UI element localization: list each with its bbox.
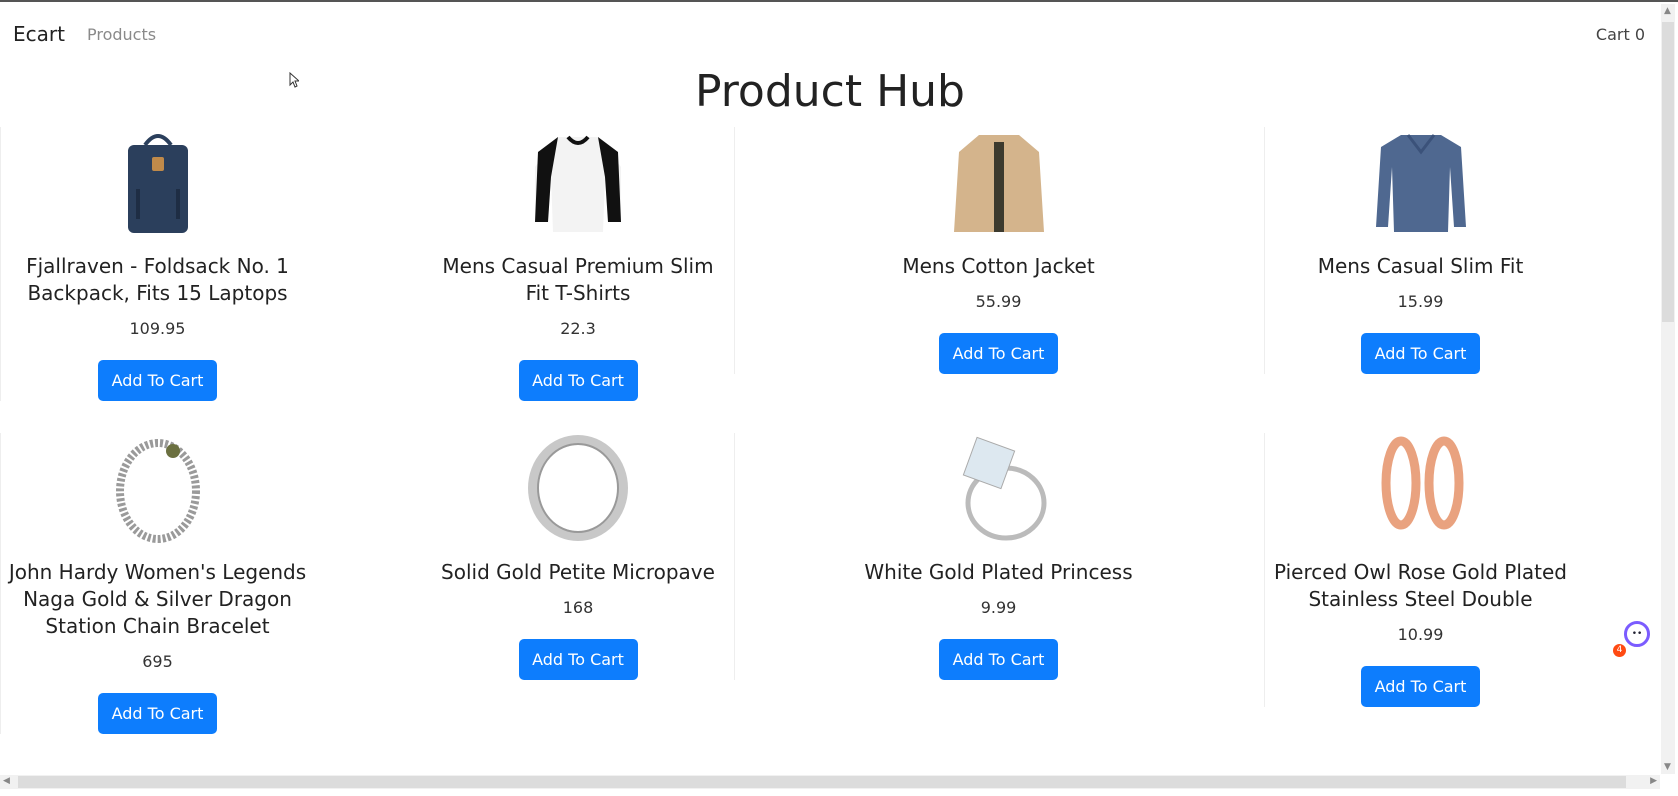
product-name: Fjallraven - Foldsack No. 1 Backpack, Fi… (26, 254, 289, 305)
vertical-scroll-thumb[interactable] (1662, 22, 1674, 322)
scroll-down-icon[interactable]: ▼ (1664, 762, 1671, 772)
product-card: White Gold Plated Princess 9.99 Add To C… (734, 433, 1262, 680)
bracelet-icon (115, 439, 200, 543)
page-title: Product Hub (695, 66, 965, 117)
navbar: Ecart Products Cart 0 (0, 2, 1661, 68)
add-to-cart-button[interactable]: Add To Cart (1361, 333, 1480, 374)
add-to-cart-button[interactable]: Add To Cart (1361, 666, 1480, 707)
product-card: Fjallraven - Foldsack No. 1 Backpack, Fi… (0, 127, 314, 401)
add-to-cart-button[interactable]: Add To Cart (939, 639, 1058, 680)
add-to-cart-button[interactable]: Add To Cart (518, 639, 638, 680)
cart-link[interactable]: Cart 0 (1596, 25, 1645, 44)
product-name: Mens Casual Premium Slim Fit T-Shirts (442, 254, 714, 305)
earrings-icon (1381, 436, 1463, 530)
chat-face-icon: •• (1631, 629, 1643, 639)
product-name: White Gold Plated Princess (864, 560, 1133, 584)
product-card: Mens Casual Premium Slim Fit T-Shirts 22… (368, 127, 789, 401)
add-to-cart-button[interactable]: Add To Cart (939, 333, 1058, 374)
scroll-left-icon[interactable]: ◀ (3, 776, 10, 786)
product-price: 10.99 (1397, 625, 1444, 644)
product-image (944, 433, 1054, 543)
longsleeve-icon (1375, 134, 1466, 232)
product-card: Solid Gold Petite Micropave 168 Add To C… (368, 433, 789, 680)
diamond-ring-icon (962, 436, 1046, 541)
product-price: 22.3 (560, 319, 596, 338)
product-name: Solid Gold Petite Micropave (441, 560, 715, 584)
brand-link[interactable]: Ecart (13, 22, 65, 46)
product-price: 9.99 (980, 598, 1017, 617)
product-card: Pierced Owl Rose Gold Plated Stainless S… (1264, 433, 1576, 707)
product-price: 109.95 (129, 319, 186, 338)
chat-widget-button[interactable]: •• (1624, 621, 1650, 647)
product-price: 168 (562, 598, 594, 617)
tshirt-icon (535, 135, 621, 232)
product-card: Mens Casual Slim Fit 15.99 Add To Cart (1264, 127, 1576, 374)
notification-badge: 4 (1613, 644, 1626, 657)
nav-products-link[interactable]: Products (87, 25, 156, 44)
product-name: Pierced Owl Rose Gold Plated Stainless S… (1273, 560, 1567, 611)
product-image (1366, 433, 1476, 543)
vertical-scrollbar[interactable]: ▲ ▼ (1661, 4, 1675, 774)
product-image (944, 127, 1054, 237)
product-price: 695 (142, 652, 173, 671)
product-image (1366, 127, 1476, 237)
product-image (103, 127, 213, 237)
product-image (523, 433, 633, 543)
jacket-icon (953, 135, 1044, 232)
product-image (523, 127, 633, 237)
add-to-cart-button[interactable]: Add To Cart (518, 360, 638, 401)
product-card: Mens Cotton Jacket 55.99 Add To Cart (734, 127, 1262, 374)
add-to-cart-button[interactable]: Add To Cart (98, 693, 217, 734)
scroll-up-icon[interactable]: ▲ (1664, 6, 1671, 16)
backpack-icon (127, 134, 188, 233)
product-image (103, 433, 213, 543)
product-price: 15.99 (1397, 292, 1444, 311)
horizontal-scrollbar[interactable]: ◀ ▶ (0, 775, 1660, 789)
product-name: John Hardy Women's Legends Naga Gold & S… (8, 560, 307, 638)
add-to-cart-button[interactable]: Add To Cart (98, 360, 217, 401)
product-card: John Hardy Women's Legends Naga Gold & S… (0, 433, 314, 734)
product-price: 55.99 (975, 292, 1022, 311)
horizontal-scroll-thumb[interactable] (18, 776, 1626, 788)
scroll-right-icon[interactable]: ▶ (1650, 776, 1657, 786)
ring-icon (528, 435, 628, 541)
product-name: Mens Casual Slim Fit (1317, 254, 1524, 278)
product-name: Mens Cotton Jacket (902, 254, 1095, 278)
